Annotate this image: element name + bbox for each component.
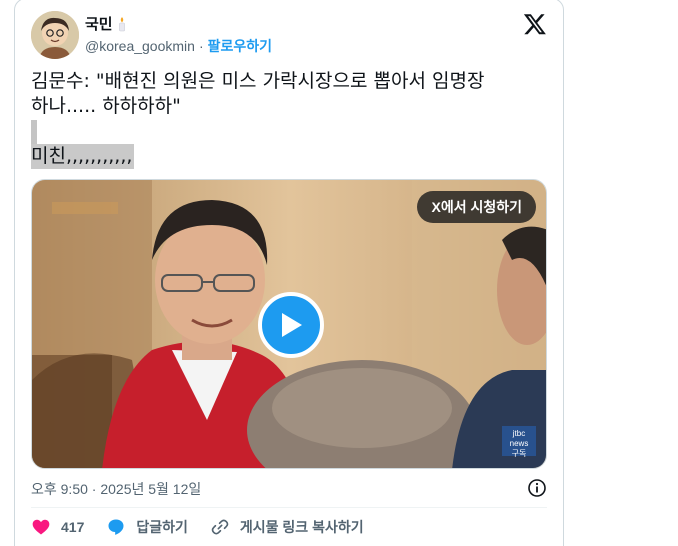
badge-line-3: 구독 bbox=[511, 449, 527, 458]
handle-row: @korea_gookmin · 팔로우하기 bbox=[85, 36, 272, 56]
video-player[interactable]: X에서 시청하기 jtbc news 구독 bbox=[31, 179, 547, 469]
tweet-header: 국민 @korea_gookmin · 팔로우하기 bbox=[31, 11, 547, 61]
tweet-line-2: 하나..... 하하하하" bbox=[31, 95, 181, 117]
watch-on-x-button[interactable]: X에서 시청하기 bbox=[417, 191, 536, 223]
separator-dot: · bbox=[198, 38, 204, 54]
tweet-embed-card[interactable]: 국민 @korea_gookmin · 팔로우하기 김문수: "배현진 의원은 … bbox=[14, 0, 564, 546]
display-name[interactable]: 국민 bbox=[85, 13, 113, 34]
heart-icon bbox=[32, 519, 50, 535]
reply-button[interactable]: 답글하기 bbox=[106, 517, 188, 537]
copy-link-button[interactable]: 게시물 링크 복사하기 bbox=[210, 517, 364, 537]
name-row: 국민 bbox=[85, 13, 128, 34]
avatar[interactable] bbox=[31, 11, 79, 59]
badge-line-1: jtbc bbox=[512, 429, 526, 438]
reply-bubble-icon bbox=[108, 519, 124, 535]
tweet-line-1: 김문수: "배현진 의원은 미스 가락시장으로 뽑아서 임명장 bbox=[31, 70, 485, 92]
like-count: 417 bbox=[61, 519, 85, 535]
x-logo-icon[interactable] bbox=[523, 12, 547, 36]
timestamp-row: 오후 9:50 · 2025년 5월 12일 bbox=[31, 477, 547, 501]
timestamp-link[interactable]: 오후 9:50 · 2025년 5월 12일 bbox=[31, 479, 201, 499]
blank-line-highlight bbox=[31, 120, 37, 144]
tweet-text: 김문수: "배현진 의원은 미스 가락시장으로 뽑아서 임명장 하나..... … bbox=[31, 69, 551, 169]
copy-link-label: 게시물 링크 복사하기 bbox=[239, 519, 364, 535]
page: 국민 @korea_gookmin · 팔로우하기 김문수: "배현진 의원은 … bbox=[0, 0, 678, 546]
like-button[interactable]: 417 bbox=[31, 517, 84, 537]
author-handle[interactable]: @korea_gookmin bbox=[85, 38, 195, 54]
jtbc-news-badge: jtbc news 구독 bbox=[502, 426, 536, 458]
avatar-image bbox=[31, 11, 79, 59]
reply-label: 답글하기 bbox=[136, 519, 188, 535]
follow-link[interactable]: 팔로우하기 bbox=[208, 36, 272, 56]
tweet-line-3: 미친,,,,,,,,,,, bbox=[31, 144, 135, 169]
info-icon[interactable] bbox=[527, 478, 547, 498]
link-icon bbox=[211, 519, 229, 535]
play-icon bbox=[282, 313, 302, 337]
action-bar: 417 답글하기 게시물 링크 복사하기 bbox=[31, 515, 386, 539]
badge-line-2: news bbox=[509, 439, 529, 448]
play-button[interactable] bbox=[258, 292, 324, 358]
tweet-line-3-wrap: 미친,,,,,,,,,,, bbox=[31, 144, 551, 169]
candle-icon bbox=[116, 16, 128, 32]
divider bbox=[31, 507, 547, 508]
